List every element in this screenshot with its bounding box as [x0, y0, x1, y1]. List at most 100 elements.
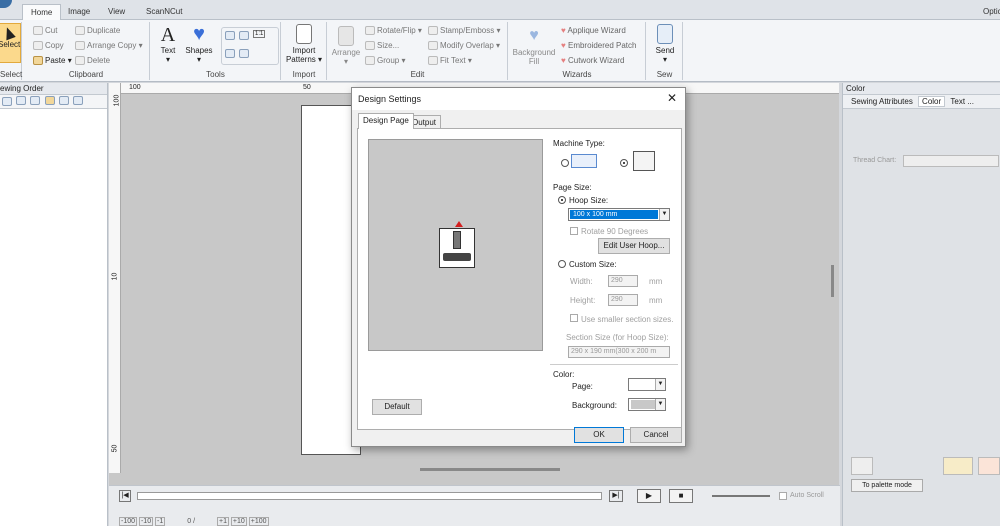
speed-slider[interactable] — [712, 495, 770, 497]
palette-mode-button[interactable]: To palette mode — [851, 479, 923, 492]
sew-order-tool-icon[interactable] — [851, 457, 873, 475]
rotate-flip-button[interactable]: Rotate/Flip ▾ — [365, 26, 422, 36]
thread-chart-select[interactable] — [903, 155, 999, 167]
tab-color[interactable]: Color — [918, 96, 946, 107]
smaller-sections-label: Use smaller section sizes. — [581, 315, 674, 324]
rotate-flip-label: Rotate/Flip — [377, 26, 416, 35]
tab-sewing-attributes[interactable]: Sewing Attributes — [848, 97, 916, 106]
group-button[interactable]: Group ▾ — [365, 56, 405, 66]
rewind-icon[interactable]: |◀ — [119, 490, 131, 502]
vertical-scrollbar[interactable] — [831, 265, 834, 297]
chevron-down-icon: ▼ — [655, 399, 665, 410]
edit-user-hoop-button[interactable]: Edit User Hoop... — [598, 238, 670, 254]
pan-hand-icon[interactable] — [225, 49, 235, 58]
order-icon[interactable] — [16, 96, 27, 105]
paste-label: Paste — [45, 56, 66, 65]
stitch-counter: 0 / — [187, 518, 196, 525]
arrange-copy-button[interactable]: Arrange Copy ▾ — [75, 41, 143, 51]
arrange-button[interactable]: Arrange ▾ — [330, 26, 362, 66]
cutwork-wizard-button[interactable]: ♥ Cutwork Wizard — [561, 56, 624, 65]
import-patterns-label: Import Patterns — [285, 46, 316, 64]
tab-home[interactable]: Home — [22, 4, 62, 20]
shapes-button[interactable]: ♥ Shapes ▾ — [184, 24, 214, 64]
stamp-emboss-button[interactable]: Stamp/Emboss ▾ — [428, 26, 501, 36]
duplicate-button[interactable]: Duplicate — [75, 26, 120, 36]
background-fill-label: Background Fill — [512, 48, 556, 66]
custom-size-label: Custom Size: — [569, 260, 617, 269]
stop-icon[interactable]: ■ — [669, 489, 693, 503]
step-minus-100[interactable]: -100 — [119, 517, 138, 526]
step-plus-1[interactable]: +1 — [216, 517, 229, 526]
fit-text-button[interactable]: Fit Text ▾ — [428, 56, 472, 66]
ok-button[interactable]: OK — [574, 427, 624, 443]
hoop-size-select[interactable]: 100 x 100 mm ▼ — [568, 208, 670, 221]
color-swap-icon[interactable] — [943, 457, 973, 475]
size-icon — [365, 41, 375, 51]
pointer-icon[interactable] — [73, 96, 84, 105]
send-button[interactable]: Send ▾ — [649, 24, 681, 64]
size-button[interactable]: Size... — [365, 41, 399, 51]
tab-scanncut[interactable]: ScanNCut — [138, 4, 190, 20]
measure-icon[interactable] — [239, 49, 249, 58]
lock-icon[interactable] — [44, 96, 55, 105]
step-minus-10[interactable]: -10 — [138, 517, 154, 526]
horizontal-scrollbar[interactable] — [420, 468, 560, 471]
step-minus-1[interactable]: -1 — [155, 517, 166, 526]
ungroup-icon[interactable] — [58, 96, 69, 105]
height-unit: mm — [649, 296, 663, 305]
background-fill-button[interactable]: ♥ Background Fill — [511, 26, 557, 66]
smaller-sections-checkbox[interactable] — [570, 314, 578, 322]
play-icon[interactable]: ▶ — [637, 489, 661, 503]
wizards-group: ♥ Background Fill ♥ Applique Wizard ♥ Em… — [509, 22, 646, 80]
patch-icon: ♥ — [561, 41, 568, 50]
height-input[interactable]: 290 — [608, 294, 638, 306]
tab-design-page[interactable]: Design Page — [358, 113, 414, 129]
page-size-label: Page Size: — [553, 183, 592, 192]
stitch-simulator-bar: |◀ ▶| ▶ ■ Auto Scroll -100 -10 -1 0 / +1… — [109, 485, 840, 526]
cancel-button[interactable]: Cancel — [630, 427, 682, 443]
sew-group-label: Sew — [656, 70, 673, 79]
tab-text[interactable]: Text ... — [947, 97, 977, 106]
import-patterns-button[interactable]: Import Patterns ▾ — [284, 24, 324, 64]
app-button[interactable] — [0, 0, 12, 8]
width-input[interactable]: 290 — [608, 275, 638, 287]
zoom-ratio-button[interactable]: 1:1 — [253, 30, 266, 38]
rotate-checkbox[interactable] — [570, 227, 578, 235]
embroidered-patch-button[interactable]: ♥ Embroidered Patch — [561, 41, 636, 50]
background-color-select[interactable]: ▼ — [628, 398, 666, 411]
ruler-label: 50 — [111, 444, 119, 453]
forward-end-icon[interactable]: ▶| — [609, 490, 623, 502]
color-panel-title: Color — [843, 83, 1000, 95]
machine-type-radio-1[interactable] — [561, 159, 569, 167]
select-button[interactable]: Select — [0, 23, 21, 63]
custom-size-radio[interactable] — [558, 260, 566, 268]
cut-button[interactable]: Cut — [33, 26, 57, 36]
stitch-progress-slider[interactable] — [137, 492, 602, 500]
step-plus-100[interactable]: +100 — [248, 517, 269, 526]
applique-wizard-button[interactable]: ♥ Applique Wizard — [561, 26, 626, 35]
machine-type-radio-2[interactable] — [620, 159, 628, 167]
options-menu[interactable]: Optic — [975, 4, 1000, 20]
zoom-out-icon[interactable] — [239, 31, 249, 40]
select-object-icon[interactable] — [2, 97, 12, 106]
page-color-select[interactable]: ▼ — [628, 378, 666, 391]
tab-view[interactable]: View — [100, 4, 133, 20]
delete-button[interactable]: Delete — [75, 56, 110, 66]
section-size-select[interactable]: 290 x 190 mm(300 x 200 m — [568, 346, 670, 358]
zoom-in-icon[interactable] — [225, 31, 235, 40]
text-button[interactable]: A Text ▾ — [154, 24, 182, 64]
auto-scroll-checkbox[interactable] — [779, 492, 787, 500]
paste-button[interactable]: Paste ▾ — [33, 56, 72, 66]
default-button[interactable]: Default — [372, 399, 422, 415]
close-icon[interactable]: ✕ — [667, 92, 677, 104]
stamp-icon — [428, 26, 438, 36]
tab-image[interactable]: Image — [60, 4, 98, 20]
copy-button[interactable]: Copy — [33, 41, 64, 51]
step-plus-10[interactable]: +10 — [230, 517, 247, 526]
pin-icon[interactable] — [30, 96, 41, 105]
scissors-icon — [33, 26, 43, 36]
heart-color-icon[interactable] — [978, 457, 1000, 475]
hoop-size-radio[interactable] — [558, 196, 566, 204]
vertical-ruler: 100 10 50 — [109, 83, 121, 473]
modify-overlap-button[interactable]: Modify Overlap ▾ — [428, 41, 500, 51]
